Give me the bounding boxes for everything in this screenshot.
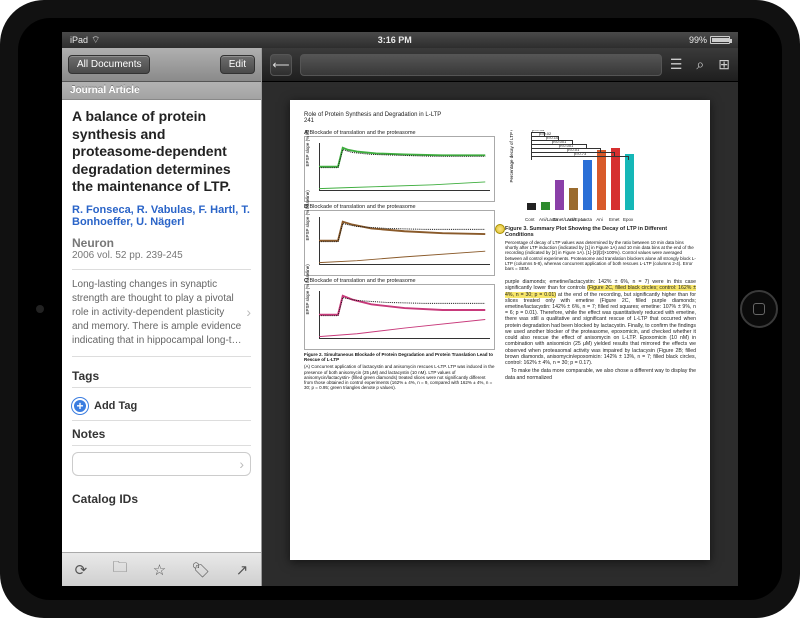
add-tag-row[interactable]: + Add Tag	[72, 392, 251, 421]
page-viewport[interactable]: Role of Protein Synthesis and Degradatio…	[262, 82, 738, 586]
bar-Emet/Lacta	[555, 180, 564, 210]
bar-category: Epox	[623, 217, 632, 222]
body-paragraph: To make the data more comparable, we als…	[505, 368, 696, 380]
bar-category: Emet	[609, 217, 618, 222]
sidebar-toolbar: All Documents Edit	[62, 48, 261, 82]
back-button[interactable]: ⟵	[270, 54, 292, 76]
add-tag-label: Add Tag	[94, 400, 137, 412]
notes-field[interactable]: ›	[72, 452, 251, 476]
journal-name: Neuron	[72, 236, 251, 250]
bar-Epox	[625, 154, 634, 210]
chart-panel-b: EPSP slope (% baseline)	[304, 210, 495, 276]
chart-panel-a: EPSP slope (% baseline)	[304, 136, 495, 202]
pdf-reader: ⟵ ☰ ⌕ ⊞ Role of Protein Synthesis and De…	[262, 48, 738, 586]
y-axis-label: EPSP slope (% baseline)	[305, 130, 310, 167]
bar-category: Lacta	[581, 217, 590, 222]
app-root: All Documents Edit Journal Article A bal…	[62, 48, 738, 586]
front-camera	[36, 305, 44, 313]
star-icon[interactable]: ☆	[153, 561, 166, 579]
battery-icon	[710, 36, 730, 44]
sidebar-bottom-toolbar: ⟳ 🗀 ☆ 🏷 ↗	[62, 552, 261, 586]
figure2-title: Figure 2. Simultaneous Blockade of Prote…	[304, 352, 495, 362]
page-header: Role of Protein Synthesis and Degradatio…	[304, 112, 696, 124]
folder-icon[interactable]: 🗀	[112, 557, 127, 582]
plus-icon: +	[72, 398, 88, 414]
all-documents-button[interactable]: All Documents	[68, 55, 150, 74]
bar-Ani/Epox	[569, 188, 578, 210]
share-icon[interactable]: ↗	[236, 561, 249, 579]
wifi-icon: ⌔	[91, 34, 100, 47]
status-bar: iPad ⌔ 3:16 PM 99%	[62, 32, 738, 48]
sidebar: All Documents Edit Journal Article A bal…	[62, 48, 262, 586]
battery-percent: 99%	[689, 35, 707, 45]
edit-button[interactable]: Edit	[220, 55, 255, 74]
citation: 2006 vol. 52 pp. 239-245	[72, 250, 251, 261]
tags-header: Tags	[72, 363, 251, 388]
bar-category: Cont	[525, 217, 534, 222]
search-icon[interactable]: ⌕	[696, 56, 704, 73]
catalog-header: Catalog IDs	[72, 486, 251, 510]
bar-category: Ani/Epox	[567, 217, 576, 222]
article-authors[interactable]: R. Fonseca, R. Vabulas, F. Hartl, T. Bon…	[72, 204, 251, 228]
figure3-title: Figure 3. Summary Plot Showing the Decay…	[505, 226, 696, 238]
category-header: Journal Article	[62, 82, 261, 100]
article-title: A balance of protein synthesis and prote…	[72, 108, 251, 196]
y-axis-label: EPSP slope (% baseline)	[305, 264, 310, 314]
home-button[interactable]	[740, 290, 778, 328]
bar-category: Emet/Lacta	[553, 217, 562, 222]
bar-category: Ani	[595, 217, 604, 222]
tag-icon[interactable]: 🏷	[191, 561, 210, 579]
abstract-text: Long-lasting changes in synaptic strengt…	[72, 278, 242, 348]
bar-y-label: Percentage decay of LTP values	[509, 130, 514, 183]
bar-Ani/Lacta	[541, 202, 550, 210]
grid-icon[interactable]: ⊞	[718, 56, 730, 73]
chevron-right-icon: ›	[239, 456, 244, 472]
body-paragraph: purple diamonds; emetine/lactacystin: 14…	[505, 279, 696, 366]
ipad-frame: iPad ⌔ 3:16 PM 99% All Documents Edit Jo…	[0, 0, 800, 618]
abstract-row[interactable]: Long-lasting changes in synaptic strengt…	[72, 269, 251, 357]
body-span: at the end of the recording, but signifi…	[505, 292, 696, 367]
bar-category: Ani/Lacta	[539, 217, 548, 222]
figure2-caption: (A) Concurrent application of lactacysti…	[304, 364, 495, 390]
list-icon[interactable]: ☰	[670, 56, 683, 73]
figure3-caption: Percentage of decay of LTP values was de…	[505, 240, 696, 271]
p-value-label: p=0.73	[574, 151, 586, 156]
notes-header: Notes	[72, 421, 251, 446]
bar-Lacta	[583, 160, 592, 210]
chevron-right-icon: ›	[246, 303, 251, 323]
right-column: Percentage decay of LTP values Cont Ani/L…	[505, 130, 696, 560]
document-title-bar[interactable]	[300, 54, 662, 76]
annotation-marker[interactable]	[495, 224, 505, 234]
reader-toolbar: ⟵ ☰ ⌕ ⊞	[262, 48, 738, 82]
running-head: Role of Protein Synthesis and Degradatio…	[304, 112, 441, 118]
pdf-page: Role of Protein Synthesis and Degradatio…	[290, 100, 710, 560]
page-number: 241	[304, 118, 314, 124]
chart-figure3: Percentage decay of LTP values Cont Ani/L…	[505, 130, 696, 222]
metadata-panel: A balance of protein synthesis and prote…	[62, 100, 261, 552]
y-axis-label: EPSP slope (% baseline)	[305, 190, 310, 240]
refresh-icon[interactable]: ⟳	[75, 561, 88, 579]
device-label: iPad	[70, 35, 88, 45]
chart-panel-c: EPSP slope (% baseline)	[304, 284, 495, 350]
clock: 3:16 PM	[100, 35, 689, 45]
left-column: A Blockade of translation and the protea…	[304, 130, 495, 560]
screen: iPad ⌔ 3:16 PM 99% All Documents Edit Jo…	[62, 32, 738, 586]
bar-Cont	[527, 203, 536, 210]
